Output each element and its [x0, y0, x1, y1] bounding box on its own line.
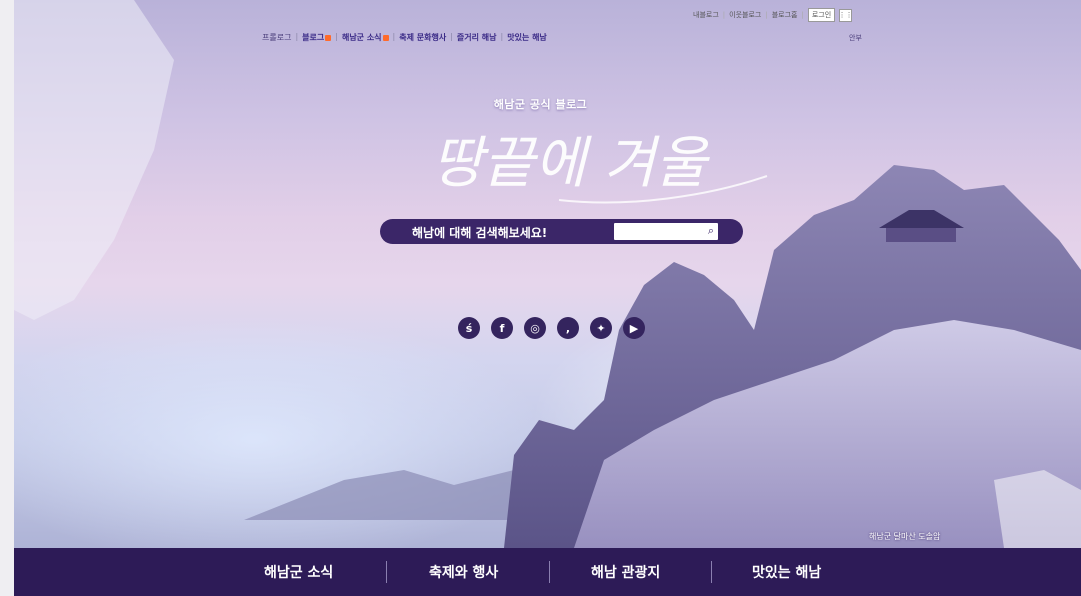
new-badge-icon [382, 34, 389, 41]
guestbook-link[interactable]: 안부 [849, 33, 862, 43]
youtube-icon[interactable]: ▶ [623, 317, 645, 339]
new-badge-icon [325, 34, 332, 41]
separator: | [722, 11, 726, 19]
separator: | [801, 11, 804, 19]
svg-text:땅끝에 겨울: 땅끝에 겨울 [431, 131, 710, 196]
search-icon[interactable]: ⌕ [708, 224, 714, 238]
left-margin [0, 0, 14, 596]
nav-item-fun[interactable]: 즐거리 해남 [457, 32, 497, 43]
blog-icon[interactable]: ś [458, 317, 480, 339]
utility-bar: 내블로그 | 이웃블로그 | 블로그홈 | 로그인 ⋮⋮ [693, 8, 853, 22]
nav-item-news[interactable]: 해남군 소식 [342, 32, 389, 43]
social-links: ś f ◎ , ✦ ▶ [458, 317, 645, 339]
calligraphy-title: 땅끝에 겨울 [431, 131, 768, 204]
facebook-icon[interactable]: f [491, 317, 513, 339]
util-my-blog[interactable]: 내블로그 [693, 10, 719, 20]
search-input[interactable]: ⌕ [614, 223, 718, 240]
main-nav-news[interactable]: 해남군 소식 [264, 562, 333, 582]
twitter-icon[interactable]: ✦ [590, 317, 612, 339]
nav-item-blog[interactable]: 블로그 [302, 32, 332, 43]
main-nav-festival[interactable]: 축제와 행사 [429, 562, 498, 582]
main-nav-tourism[interactable]: 해남 관광지 [591, 562, 660, 582]
divider [549, 561, 550, 583]
search-bar: 해남에 대해 검색해보세요! ⌕ [380, 219, 743, 244]
photo-caption: 해남군 달마산 도솔암 [869, 532, 941, 541]
post-icon[interactable]: , [557, 317, 579, 339]
winter-mountain-illustration [14, 0, 1081, 548]
search-label: 해남에 대해 검색해보세요! [412, 226, 548, 240]
divider [386, 561, 387, 583]
login-button[interactable]: 로그인 [807, 8, 836, 22]
hero-banner: 땅끝에 겨울 [14, 0, 1081, 548]
util-neighbor-blog[interactable]: 이웃블로그 [729, 10, 761, 20]
main-nav: 해남군 소식 축제와 행사 해남 관광지 맛있는 해남 [14, 548, 1081, 596]
main-nav-food[interactable]: 맛있는 해남 [752, 562, 821, 582]
nav-item-prologue[interactable]: 프롤로그 [262, 32, 291, 43]
blog-category-nav: 프롤로그 | 블로그 | 해남군 소식 | 축제 문화행사 | 즐거리 해남 |… [262, 32, 547, 43]
blog-subtitle: 해남군 공식 블로그 [493, 98, 588, 111]
grid-icon[interactable]: ⋮⋮ [839, 8, 853, 22]
nav-item-festival[interactable]: 축제 문화행사 [399, 32, 446, 43]
instagram-icon[interactable]: ◎ [524, 317, 546, 339]
divider [711, 561, 712, 583]
separator: | [765, 11, 768, 19]
util-blog-home[interactable]: 블로그홈 [772, 10, 798, 20]
nav-item-food[interactable]: 맛있는 해남 [507, 32, 547, 43]
